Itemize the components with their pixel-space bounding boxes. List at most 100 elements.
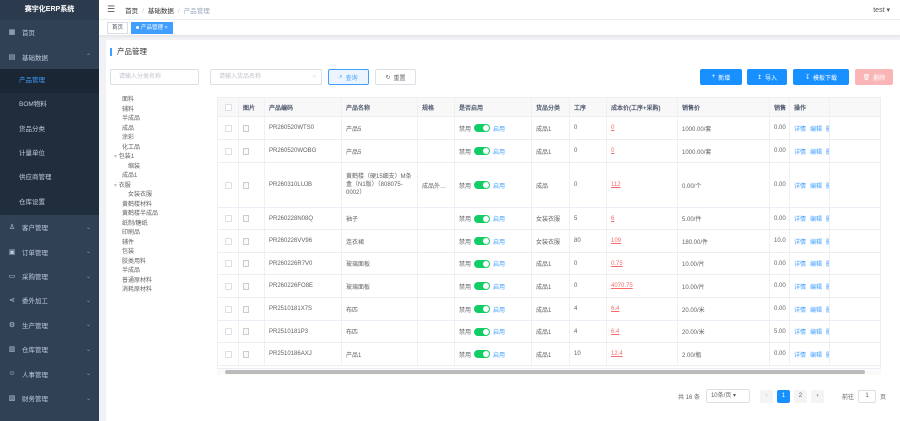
tree-node[interactable]: 印刷品 — [114, 229, 204, 239]
edit-link[interactable]: 编辑 — [810, 124, 822, 133]
delete-link[interactable]: 删除 — [826, 147, 829, 156]
page-size-select[interactable]: 10条/页 ▾ — [705, 389, 750, 403]
product-search-input[interactable]: 请输入货品名称 ○ — [210, 69, 322, 85]
enable-toggle[interactable] — [474, 214, 491, 223]
enable-toggle[interactable] — [474, 327, 491, 336]
tree-node[interactable]: 黄鹤楼半成品 — [114, 210, 204, 220]
horizontal-scrollbar[interactable] — [217, 369, 881, 375]
tree-node[interactable]: 半成品 — [114, 115, 204, 125]
submenu-item-2[interactable]: 货品分类 — [0, 118, 99, 142]
row-checkbox[interactable] — [224, 350, 232, 358]
enable-toggle[interactable] — [474, 147, 491, 155]
sidebar-item-0[interactable]: ▦ 首页 — [0, 20, 99, 44]
sidebar-item-7[interactable]: ▥ 仓库管理 ⌄ — [0, 337, 99, 361]
cost-price-link[interactable]: 12.4 — [611, 351, 623, 357]
page-2-button[interactable]: 2 — [793, 389, 807, 403]
tree-node[interactable]: 普通原材料 — [114, 277, 204, 287]
edit-link[interactable]: 编辑 — [810, 350, 822, 359]
prev-page-button[interactable]: ‹ — [759, 389, 773, 403]
row-checkbox[interactable] — [224, 181, 232, 189]
cost-price-link[interactable]: 6 — [611, 216, 614, 222]
delete-link[interactable]: 删除 — [826, 327, 829, 336]
import-button[interactable]: ↥ 导入 — [747, 69, 787, 85]
delete-button[interactable]: 🗑 删除 — [855, 69, 893, 85]
tag-product-management[interactable]: 产品管理 × — [131, 21, 173, 34]
sidebar-item-3[interactable]: ▣ 订单管理 ⌄ — [0, 240, 99, 264]
enable-toggle[interactable] — [474, 305, 491, 313]
detail-link[interactable]: 详情 — [794, 214, 806, 223]
delete-link[interactable]: 删除 — [826, 237, 829, 246]
enable-toggle[interactable] — [474, 282, 491, 290]
detail-link[interactable]: 详情 — [794, 237, 806, 246]
edit-link[interactable]: 编辑 — [810, 282, 822, 291]
sidebar-item-6[interactable]: ⚙ 生产管理 ⌄ — [0, 313, 99, 337]
detail-link[interactable]: 详情 — [794, 327, 806, 336]
row-checkbox[interactable] — [224, 305, 232, 313]
enable-toggle[interactable] — [474, 237, 491, 245]
detail-link[interactable]: 详情 — [794, 350, 806, 359]
tree-node[interactable]: 包装 — [114, 248, 204, 258]
hamburger-icon[interactable]: ☰ — [107, 4, 115, 15]
cost-price-link[interactable]: 109 — [611, 238, 621, 244]
enable-toggle[interactable] — [474, 350, 491, 358]
detail-link[interactable]: 详情 — [794, 305, 806, 314]
breadcrumb-basic-data[interactable]: 基础数据 — [148, 8, 174, 15]
delete-link[interactable]: 删除 — [826, 350, 829, 359]
edit-link[interactable]: 编辑 — [810, 214, 822, 223]
sidebar-item-1[interactable]: ▤ 基础数据 ⌃ — [0, 44, 99, 68]
breadcrumb-home[interactable]: 首页 — [125, 8, 138, 15]
cost-price-link[interactable]: 6.4 — [611, 329, 619, 335]
tree-node[interactable]: 成品1 — [114, 172, 204, 182]
delete-link[interactable]: 删除 — [826, 124, 829, 133]
tree-node[interactable]: ▾ 包装1 — [114, 153, 204, 163]
detail-link[interactable]: 详情 — [794, 147, 806, 156]
detail-link[interactable]: 详情 — [794, 124, 806, 133]
cost-price-link[interactable]: 0.75 — [611, 261, 623, 267]
tree-node[interactable]: 半成品 — [114, 267, 204, 277]
delete-link[interactable]: 删除 — [826, 282, 829, 291]
tree-node[interactable]: 辅料 — [114, 106, 204, 116]
next-page-button[interactable]: › — [810, 389, 824, 403]
row-checkbox[interactable] — [224, 147, 232, 155]
edit-link[interactable]: 编辑 — [810, 259, 822, 268]
category-search-input[interactable]: 请输入分类名称 — [110, 69, 199, 85]
reset-button[interactable]: ↻ 重置 — [375, 69, 416, 85]
select-all-checkbox[interactable] — [218, 98, 239, 116]
tree-node[interactable]: 黄鹤楼材料 — [114, 201, 204, 211]
tree-node[interactable]: 面料 — [114, 96, 204, 106]
row-checkbox[interactable] — [224, 328, 232, 335]
row-checkbox[interactable] — [224, 215, 232, 222]
sidebar-item-8[interactable]: ☺ 人事管理 ⌄ — [0, 361, 99, 385]
cost-price-link[interactable]: 112 — [611, 182, 621, 188]
submenu-item-3[interactable]: 计量单位 — [0, 142, 99, 166]
delete-link[interactable]: 删除 — [826, 259, 829, 268]
cost-price-link[interactable]: 0 — [611, 125, 614, 131]
add-button[interactable]: + 新增 — [700, 69, 742, 85]
tree-node[interactable]: 缩装 — [114, 163, 204, 173]
enable-toggle[interactable] — [474, 259, 491, 268]
submenu-item-0[interactable]: 产品管理 — [0, 68, 99, 94]
row-checkbox[interactable] — [224, 124, 232, 132]
tree-node[interactable]: 涂彩 — [114, 134, 204, 144]
sidebar-item-4[interactable]: ▭ 采购管理 ⌄ — [0, 264, 99, 288]
edit-link[interactable]: 编辑 — [810, 327, 822, 336]
template-download-button[interactable]: ↧ 模板下载 — [793, 69, 849, 85]
submenu-item-5[interactable]: 仓库设置 — [0, 191, 99, 215]
tree-node[interactable]: 辅件 — [114, 239, 204, 249]
tree-node[interactable]: 女装衣服 — [114, 191, 204, 201]
page-1-button[interactable]: 1 — [776, 389, 790, 403]
tree-node[interactable]: 成品 — [114, 125, 204, 135]
row-checkbox[interactable] — [224, 282, 232, 290]
delete-link[interactable]: 删除 — [826, 305, 829, 314]
detail-link[interactable]: 详情 — [794, 282, 806, 291]
cost-price-link[interactable]: 6.4 — [611, 306, 619, 312]
cost-price-link[interactable]: 0 — [611, 148, 614, 154]
detail-link[interactable]: 详情 — [794, 259, 806, 268]
query-button[interactable]: ⌕ 查询 — [328, 69, 369, 85]
edit-link[interactable]: 编辑 — [810, 237, 822, 246]
submenu-item-4[interactable]: 供应商管理 — [0, 166, 99, 190]
sidebar-item-5[interactable]: ⋖ 委外加工 ⌄ — [0, 288, 99, 312]
enable-toggle[interactable] — [474, 181, 491, 189]
sidebar-item-2[interactable]: ♙ 客户管理 ⌄ — [0, 215, 99, 239]
edit-link[interactable]: 编辑 — [810, 305, 822, 314]
